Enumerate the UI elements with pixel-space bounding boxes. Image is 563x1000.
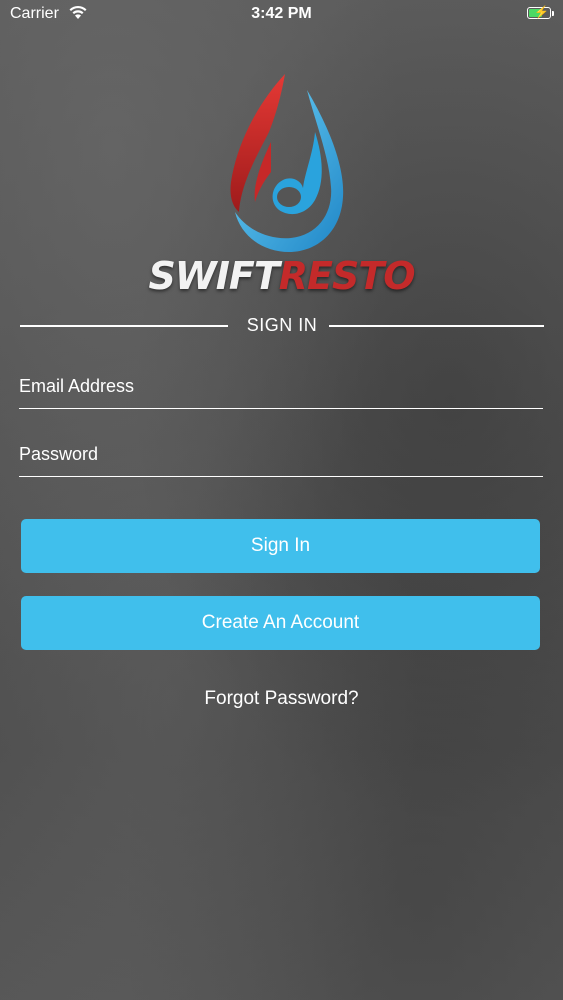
forgot-password-link[interactable]: Forgot Password? bbox=[0, 688, 563, 710]
email-field-container bbox=[19, 364, 543, 409]
signin-section-header: SIGN IN bbox=[20, 315, 544, 335]
status-time: 3:42 PM bbox=[251, 5, 312, 22]
sign-in-button[interactable]: Sign In bbox=[21, 519, 540, 573]
brand-second: RESTO bbox=[278, 254, 416, 298]
divider-line-right bbox=[329, 325, 544, 327]
battery-charging-icon: ⚡ bbox=[527, 5, 554, 19]
password-field-container bbox=[19, 432, 543, 477]
brand-wordmark: SWIFTRESTO bbox=[0, 254, 563, 298]
swiftresto-logo-icon bbox=[230, 74, 344, 252]
brand-first: SWIFT bbox=[148, 254, 279, 298]
password-field[interactable] bbox=[19, 432, 543, 476]
email-field[interactable] bbox=[19, 364, 543, 408]
create-account-button[interactable]: Create An Account bbox=[21, 596, 540, 650]
status-bar: Carrier 3:42 PM ⚡ bbox=[0, 0, 563, 30]
